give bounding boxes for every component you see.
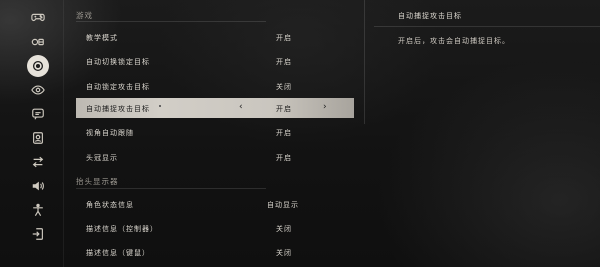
setting-value: 开启 [276, 58, 292, 66]
panel-divider [364, 0, 365, 124]
setting-row-auto-capture-target[interactable]: 自动捕捉攻击目标 ‹ 开启 › [76, 98, 354, 118]
setting-value: 开启 [276, 105, 292, 113]
sidebar-item-portrait[interactable] [26, 127, 50, 149]
setting-label: 头冠显示 [86, 154, 118, 162]
setting-value: 关闭 [276, 249, 292, 257]
section-divider [76, 21, 266, 22]
detail-divider [374, 26, 600, 27]
sidebar-divider [63, 0, 64, 267]
sidebar [26, 3, 50, 248]
speaker-icon [32, 181, 44, 191]
next-option-arrow[interactable]: › [323, 102, 328, 112]
target-icon [32, 60, 44, 72]
setting-value: 开启 [276, 154, 292, 162]
controller-buttons-icon [31, 38, 44, 46]
setting-label: 自动锁定攻击目标 [86, 83, 150, 91]
sidebar-item-target[interactable] [26, 55, 50, 77]
setting-label: 自动切换锁定目标 [86, 58, 150, 66]
sidebar-item-accessibility[interactable] [26, 199, 50, 221]
portrait-icon [33, 132, 43, 144]
sidebar-item-chat[interactable] [26, 103, 50, 125]
setting-row-description-keyboard[interactable]: 描述信息（键鼠） 关闭 [76, 242, 354, 262]
accessibility-icon [33, 203, 43, 216]
sidebar-item-audio[interactable] [26, 175, 50, 197]
selection-dot [159, 105, 161, 107]
sidebar-item-controls[interactable] [26, 31, 50, 53]
setting-label: 视角自动跟随 [86, 129, 134, 137]
setting-value: 关闭 [276, 225, 292, 233]
sidebar-item-exit[interactable] [26, 223, 50, 245]
setting-row-tutorial[interactable]: 教学模式 开启 [76, 27, 354, 47]
setting-value: 关闭 [276, 83, 292, 91]
gamepad-icon [31, 13, 45, 22]
setting-row-auto-lock-target[interactable]: 自动锁定攻击目标 关闭 [76, 76, 354, 96]
setting-label: 角色状态信息 [86, 201, 134, 209]
chat-icon [32, 108, 44, 120]
setting-row-description-controller[interactable]: 描述信息（控制器） 关闭 [76, 218, 354, 238]
swap-arrows-icon [32, 156, 44, 168]
setting-value: 开启 [276, 129, 292, 137]
section-header-game: 游戏 [76, 11, 93, 20]
detail-title: 自动捕捉攻击目标 [398, 12, 462, 20]
sidebar-item-gamepad[interactable] [26, 6, 50, 28]
sidebar-item-swap[interactable] [26, 151, 50, 173]
setting-row-character-status[interactable]: 角色状态信息 自动显示 [76, 194, 354, 214]
setting-row-camera-follow[interactable]: 视角自动跟随 开启 [76, 122, 354, 142]
setting-label: 教学模式 [86, 34, 118, 42]
section-header-hud: 抬头显示器 [76, 177, 119, 186]
prev-option-arrow[interactable]: ‹ [239, 102, 244, 112]
section-divider [76, 188, 266, 189]
setting-value: 开启 [276, 34, 292, 42]
detail-description: 开启后，攻击会自动捕捉目标。 [398, 37, 510, 45]
setting-value: 自动显示 [267, 201, 299, 209]
eye-icon [31, 85, 45, 95]
setting-row-headwear-display[interactable]: 头冠显示 开启 [76, 147, 354, 167]
setting-label: 描述信息（控制器） [86, 225, 158, 233]
setting-label: 描述信息（键鼠） [86, 249, 150, 257]
setting-row-auto-switch-lock[interactable]: 自动切换锁定目标 开启 [76, 51, 354, 71]
exit-icon [32, 228, 43, 240]
setting-label: 自动捕捉攻击目标 [86, 105, 150, 113]
sidebar-item-view[interactable] [26, 79, 50, 101]
